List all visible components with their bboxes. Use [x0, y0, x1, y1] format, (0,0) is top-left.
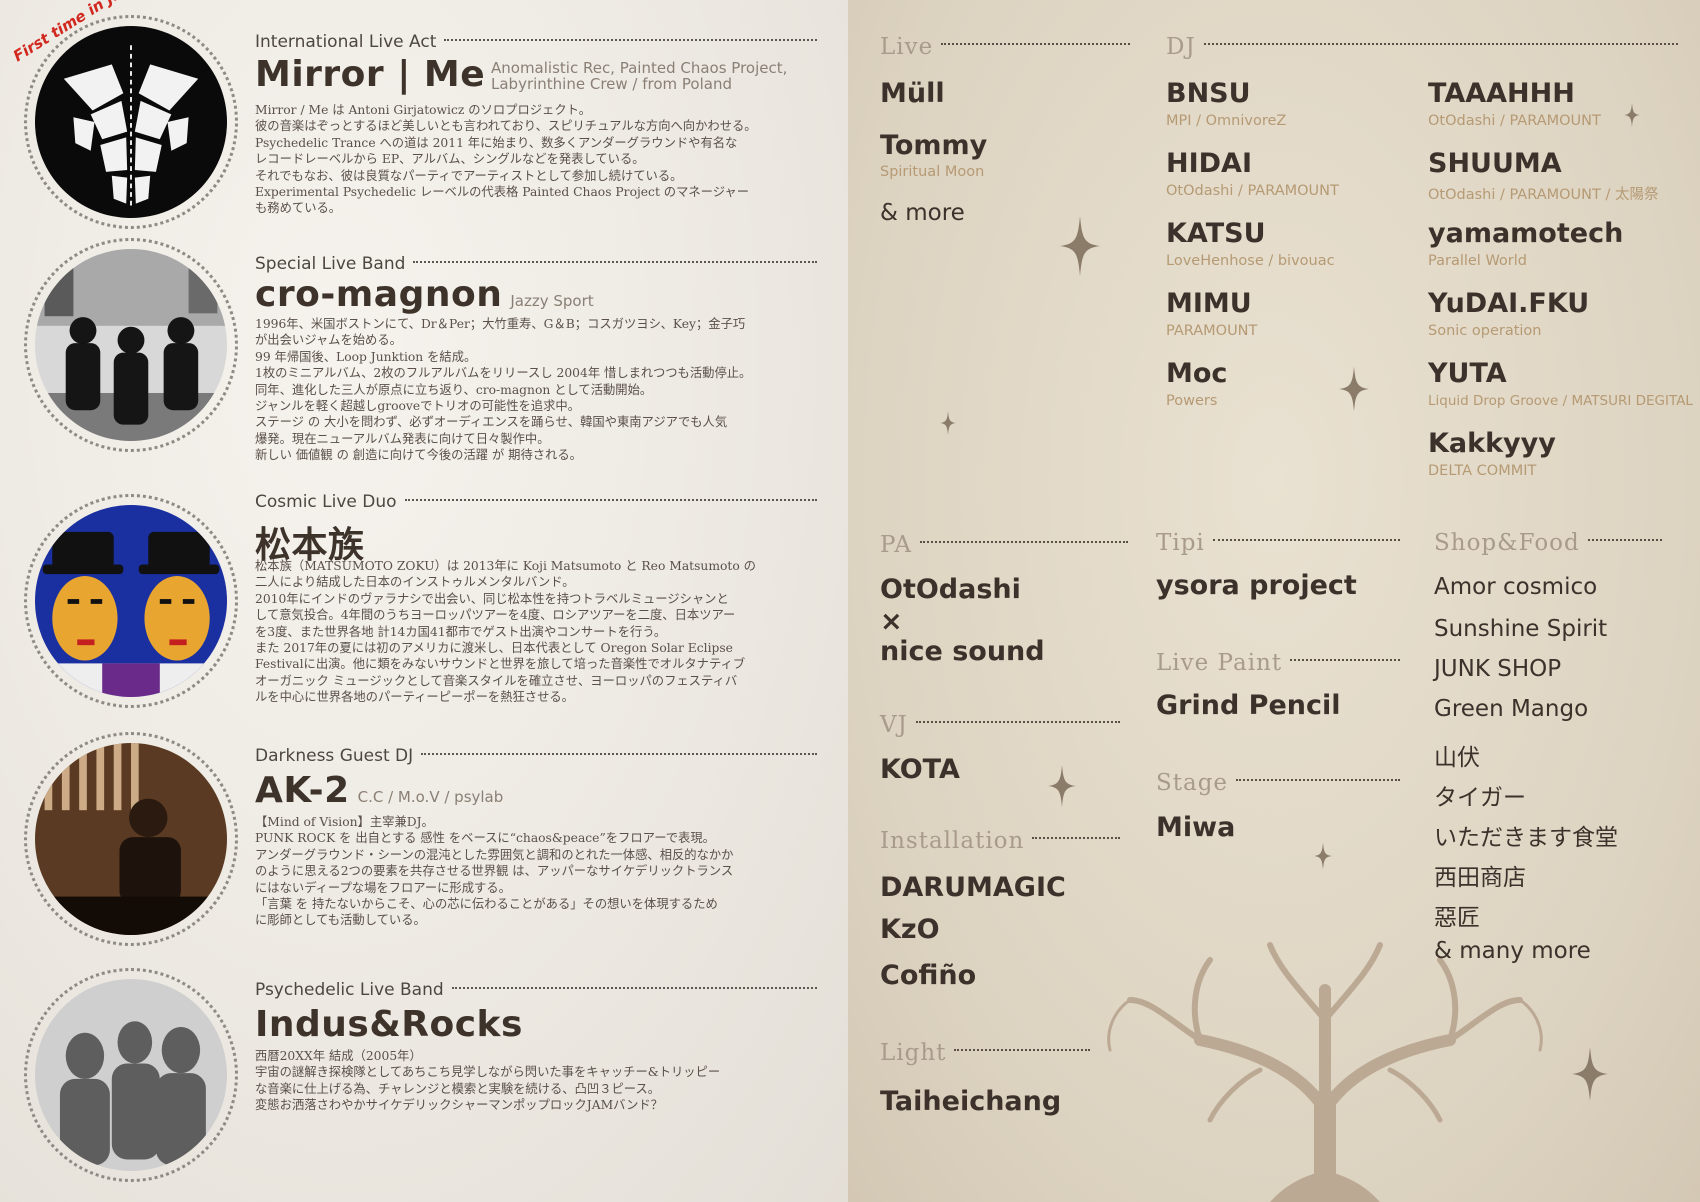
act-name-indus-rocks: Indus&Rocks — [255, 1004, 523, 1045]
stage-miwa: Miwa — [1156, 812, 1236, 843]
cro-magnon-photo — [35, 249, 227, 441]
dj-bnsu: BNSU — [1166, 78, 1251, 109]
dj-bnsu-aff: MPI / OmnivoreZ — [1166, 113, 1287, 129]
act-desc-cro-magnon: 1996年、米国ボストンにて、Dr＆Per；大竹重寿、G＆B；コスガツヨシ、Ke… — [255, 317, 752, 463]
act-name-mirror-me: Mirror | Me — [255, 54, 486, 95]
heading-stage: Stage — [1156, 770, 1400, 796]
live-item-mull: Müll — [880, 78, 945, 109]
shop-amor-cosmico: Amor cosmico — [1434, 574, 1598, 600]
indus-rocks-photo-frame — [24, 968, 238, 1182]
act-name-cro-magnon: cro-magnon Jazzy Sport — [255, 274, 594, 315]
heading-shop-food: Shop&Food — [1434, 530, 1662, 556]
mirror-me-logo — [35, 26, 227, 218]
tipi-ysora-project: ysora project — [1156, 570, 1357, 601]
dj-yudai-fku: YuDAI.FKU — [1428, 288, 1590, 319]
act-desc-matsumoto-zoku: 松本族（MATSUMOTO ZOKU）は 2013年に Koji Matsumo… — [255, 559, 756, 705]
sparkle-icon — [1572, 1047, 1608, 1101]
act-sub-mirror-me: Anomalistic Rec, Painted Chaos Project, … — [491, 59, 788, 93]
sparkle-icon — [1048, 765, 1076, 807]
matsumoto-zoku-illustration — [35, 505, 227, 697]
heading-pa: PA — [880, 532, 1128, 558]
indus-rocks-photo — [35, 979, 227, 1171]
installation-kzo: KzO — [880, 914, 940, 945]
live-item-more: & more — [880, 200, 965, 226]
cro-magnon-photo-frame — [24, 238, 238, 452]
dj-shuuma-aff: OtOdashi / PARAMOUNT / 太陽祭 — [1428, 187, 1659, 203]
heading-vj: VJ — [880, 712, 1120, 738]
dj-hidai-aff: OtOdashi / PARAMOUNT — [1166, 183, 1339, 199]
tree-of-life-icon — [1107, 942, 1543, 1202]
dj-taaahhh-aff: OtOdashi / PARAMOUNT — [1428, 113, 1601, 129]
shop-nishida-shoten: 西田商店 — [1434, 865, 1526, 891]
heading-installation: Installation — [880, 828, 1120, 854]
act-sub-ak-2: C.C / M.o.V / psylab — [357, 788, 504, 806]
vj-kota: KOTA — [880, 754, 960, 785]
pa-otodashi: OtOdashi — [880, 574, 1021, 605]
installation-cofino: Cofiño — [880, 960, 977, 991]
act-label-ak-2: Darkness Guest DJ — [255, 746, 817, 766]
dj-mimu-aff: PARAMOUNT — [1166, 323, 1258, 339]
sparkle-icon — [940, 411, 956, 435]
act-desc-ak-2: 【Mind of Vision】主宰兼DJ。 PUNK ROCK を 出自とする … — [255, 815, 734, 928]
dj-taaahhh: TAAAHHH — [1428, 78, 1575, 109]
pa-nice-sound: nice sound — [880, 636, 1045, 667]
heading-live: Live — [880, 34, 1130, 60]
heading-live-paint: Live Paint — [1156, 650, 1400, 676]
dj-moc-aff: Powers — [1166, 393, 1218, 409]
dj-mimu: MIMU — [1166, 288, 1252, 319]
act-label-mirror-me: International Live Act — [255, 32, 817, 52]
dj-shuuma: SHUUMA — [1428, 148, 1562, 179]
act-name-ak-2: AK-2 C.C / M.o.V / psylab — [255, 770, 504, 811]
shop-many-more: & many more — [1434, 938, 1591, 964]
act-desc-indus-rocks: 西暦20XX年 結成（2005年） 宇宙の謎解き探検隊としてあちこち見学しながら閃… — [255, 1049, 721, 1113]
shop-junk-shop: JUNK SHOP — [1434, 656, 1562, 682]
installation-darumagic: DARUMAGIC — [880, 872, 1066, 903]
dj-yuta-aff: Liquid Drop Groove / MATSURI DEGITAL — [1428, 393, 1693, 409]
live-paint-grind-pencil: Grind Pencil — [1156, 690, 1341, 721]
live-item-tommy: Tommy — [880, 130, 988, 161]
pa-cross: × — [880, 606, 903, 637]
shop-akusho: 惡匠 — [1434, 905, 1480, 931]
live-item-tommy-aff: Spiritual Moon — [880, 164, 985, 180]
shop-tiger: タイガー — [1434, 785, 1526, 811]
dj-hidai: HIDAI — [1166, 148, 1252, 179]
ak-2-photo-frame — [24, 732, 238, 946]
mirror-me-photo-frame — [24, 15, 238, 229]
sparkle-icon — [1624, 103, 1640, 127]
act-label-matsumoto-zoku: Cosmic Live Duo — [255, 492, 817, 512]
sparkle-icon — [1339, 366, 1369, 412]
shop-sunshine-spirit: Sunshine Spirit — [1434, 616, 1608, 642]
act-desc-mirror-me: Mirror / Me は Antoni Girjatowicz のソロプロジェ… — [255, 103, 757, 216]
shop-green-mango: Green Mango — [1434, 696, 1589, 722]
dj-yamamotech: yamamotech — [1428, 218, 1624, 249]
heading-light: Light — [880, 1040, 1090, 1066]
dj-kakkyyy: Kakkyyy — [1428, 428, 1556, 459]
dj-moc: Moc — [1166, 358, 1228, 389]
act-label-cro-magnon: Special Live Band — [255, 254, 817, 274]
dj-katsu-aff: LoveHenhose / bivouac — [1166, 253, 1335, 269]
light-taiheichang: Taiheichang — [880, 1086, 1062, 1117]
shop-itadakimasu-shokudo: いただきます食堂 — [1434, 825, 1618, 851]
heading-dj: DJ — [1166, 34, 1678, 60]
sparkle-icon — [1314, 842, 1332, 870]
act-sub-cro-magnon: Jazzy Sport — [510, 292, 594, 310]
sparkle-icon — [1060, 216, 1100, 276]
dj-yuta: YUTA — [1428, 358, 1507, 389]
ak-2-photo — [35, 743, 227, 935]
matsumoto-zoku-photo-frame — [24, 494, 238, 708]
act-label-indus-rocks: Psychedelic Live Band — [255, 980, 817, 1000]
dj-katsu: KATSU — [1166, 218, 1266, 249]
dj-yamamotech-aff: Parallel World — [1428, 253, 1527, 269]
dj-yudai-fku-aff: Sonic operation — [1428, 323, 1542, 339]
heading-tipi: Tipi — [1156, 530, 1400, 556]
dj-kakkyyy-aff: DELTA COMMIT — [1428, 463, 1537, 479]
shop-yamabushi: 山伏 — [1434, 745, 1480, 771]
